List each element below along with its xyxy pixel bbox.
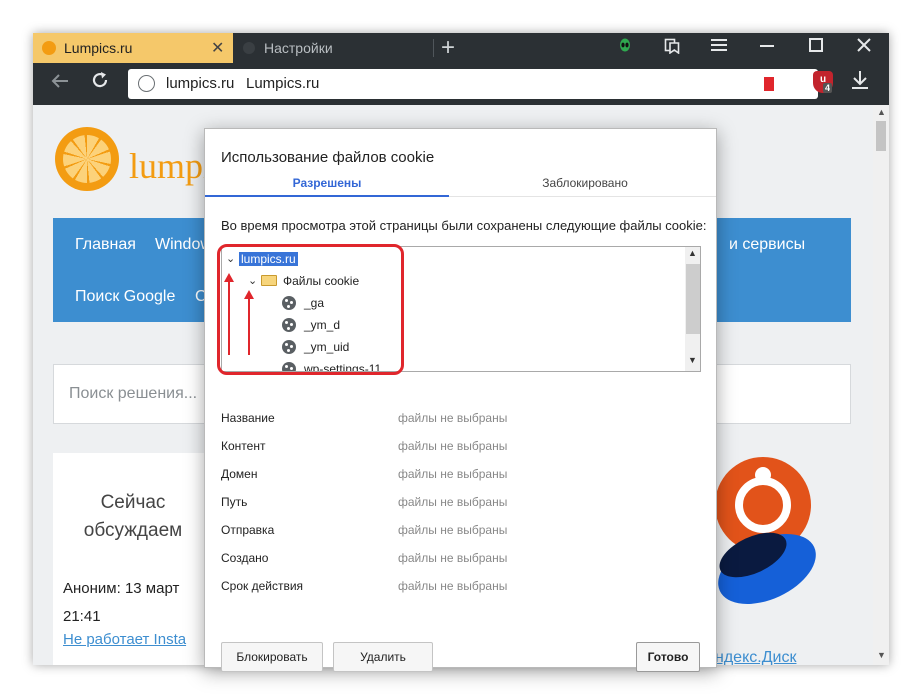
menu-item-google-search[interactable]: Поиск Google: [75, 288, 175, 306]
dialog-title: Использование файлов cookie: [221, 149, 435, 166]
red-arrow-up-icon: [224, 273, 234, 355]
block-button[interactable]: Блокировать: [221, 642, 323, 672]
back-icon[interactable]: [51, 72, 69, 95]
scroll-down-icon[interactable]: ▼: [688, 355, 697, 365]
address-bar[interactable]: lumpics.ru Lumpics.ru: [128, 69, 818, 99]
delete-button[interactable]: Удалить: [333, 642, 433, 672]
bookmark-icon[interactable]: [764, 77, 774, 91]
reload-icon[interactable]: [91, 71, 109, 95]
orange-logo-icon: [55, 127, 119, 191]
url-text: lumpics.ru: [166, 75, 235, 92]
tree-scrollbar[interactable]: ▲ ▼: [685, 247, 700, 371]
maximize-icon[interactable]: [809, 38, 823, 57]
discussion-card: Сейчас обсуждаем Аноним: 13 март 21:41 Н…: [53, 453, 213, 665]
close-icon[interactable]: [857, 38, 871, 57]
settings-favicon-icon: [243, 42, 255, 54]
globe-icon: [138, 75, 155, 92]
tab-divider: [433, 39, 434, 57]
page-title-text: Lumpics.ru: [246, 75, 320, 92]
site-name[interactable]: lumpi: [129, 145, 213, 187]
menu-icon[interactable]: [711, 38, 727, 57]
tab-settings[interactable]: Настройки: [233, 33, 433, 63]
minimize-icon[interactable]: [760, 38, 774, 57]
tab-close-icon[interactable]: ✕: [211, 38, 224, 58]
orange-favicon-icon: [42, 41, 56, 55]
download-icon[interactable]: [851, 70, 869, 96]
tab-bar: Lumpics.ru ✕ Настройки +: [33, 33, 889, 63]
ubuntu-image-icon: [703, 457, 823, 607]
tab-lumpics[interactable]: Lumpics.ru ✕: [33, 33, 233, 63]
scroll-up-icon[interactable]: ▲: [688, 248, 697, 258]
yandex-disk-link[interactable]: ндекс.Диск: [715, 649, 796, 665]
menu-item-home[interactable]: Главная: [75, 236, 136, 254]
ublock-icon[interactable]: u4: [813, 71, 833, 93]
tab-blocked[interactable]: Заблокировано: [475, 173, 695, 197]
bookmarks-icon[interactable]: [664, 38, 680, 59]
discussion-heading: Сейчас обсуждаем: [83, 492, 183, 541]
scroll-thumb[interactable]: [876, 121, 886, 151]
menu-item-services[interactable]: и сервисы: [729, 236, 805, 254]
search-placeholder: Поиск решения...: [69, 385, 198, 402]
alien-icon[interactable]: [619, 38, 631, 59]
tree-scroll-thumb[interactable]: [686, 264, 700, 334]
highlight-frame: [217, 244, 404, 375]
tab-title: Настройки: [264, 40, 333, 56]
done-button[interactable]: Готово: [636, 642, 700, 672]
discussion-link[interactable]: Не работает Insta: [63, 631, 186, 648]
dialog-tabs: Разрешены Заблокировано: [205, 173, 716, 197]
red-arrow-up-icon: [244, 290, 254, 355]
discussion-author: Аноним: 13 март 21:41: [63, 580, 180, 625]
new-tab-icon[interactable]: +: [441, 34, 455, 62]
ublock-count-badge: 4: [823, 83, 833, 93]
page-scrollbar[interactable]: ▲ ▼: [873, 105, 889, 665]
tab-allowed[interactable]: Разрешены: [205, 173, 449, 197]
navigation-bar: lumpics.ru Lumpics.ru u4: [33, 63, 889, 105]
dialog-intro-text: Во время просмотра этой страницы были со…: [221, 218, 707, 233]
scroll-up-icon[interactable]: ▲: [877, 107, 886, 117]
scroll-down-icon[interactable]: ▼: [877, 650, 886, 660]
cookies-dialog: Использование файлов cookie Разрешены За…: [204, 128, 717, 672]
tab-title: Lumpics.ru: [64, 40, 133, 56]
